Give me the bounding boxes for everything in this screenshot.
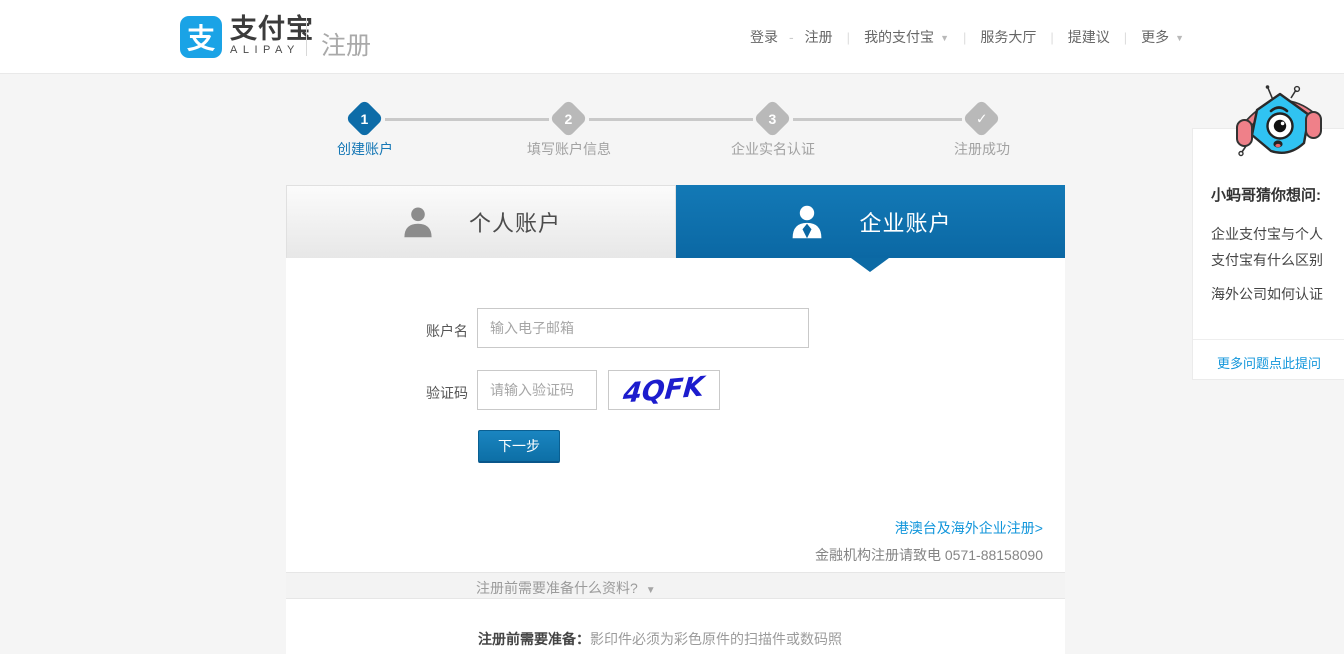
prep-materials-accordion[interactable]: 注册前需要准备什么资料? ▼ [286,572,1065,599]
brand-name: 支付宝 [230,14,314,44]
nav-separator: | [962,29,967,45]
tab-enterprise-account[interactable]: 企业账户 [676,185,1065,258]
nav-separator: | [1123,29,1128,45]
header-divider [306,18,307,56]
top-nav: 登录 - 注册 | 我的支付宝 ▼ | 服务大厅 | 提建议 | 更多 ▼ [750,0,1184,74]
active-tab-pointer [851,258,889,272]
captcha-image[interactable]: 4QFK [608,370,720,410]
prep-note-text: 影印件必须为彩色原件的扫描件或数码照 [590,631,842,647]
nav-register[interactable]: 注册 [805,27,833,47]
account-name-label: 账户名 [426,323,468,339]
prep-note: 注册前需要准备：影印件必须为彩色原件的扫描件或数码照 [478,629,842,649]
nav-service-hall[interactable]: 服务大厅 [980,27,1036,47]
assistant-question-1[interactable]: 企业支付宝与个人支付宝有什么区别 [1211,221,1333,273]
step-2-label: 填写账户信息 [527,141,611,157]
register-panel: 个人账户 企业账户 账户名 验证码 4QFK 下一步 港澳台及海外企业注册> 金… [286,185,1065,654]
step-4-label: 注册成功 [954,141,1010,157]
finance-hotline-text: 金融机构注册请致电 0571-88158090 [815,547,1043,563]
page-title: 注册 [321,32,372,60]
assistant-divider [1193,339,1344,340]
captcha-input[interactable] [477,370,597,410]
business-person-icon [793,205,822,238]
step-3-marker: 3 [753,99,792,138]
header: 支 支付宝 ALIPAY 注册 登录 - 注册 | 我的支付宝 ▼ | 服务大厅… [0,0,1344,74]
nav-separator: | [1050,29,1054,45]
nav-separator: | [846,29,851,45]
prep-note-label: 注册前需要准备： [478,631,590,647]
alipay-register-page: 支 支付宝 ALIPAY 注册 登录 - 注册 | 我的支付宝 ▼ | 服务大厅… [0,0,1344,654]
step-connector [589,118,753,121]
assistant-question-2[interactable]: 海外公司如何认证 [1211,281,1341,307]
tab-personal-account[interactable]: 个人账户 [286,185,676,258]
tab-personal-label: 个人账户 [468,211,561,236]
overseas-register-link[interactable]: 港澳台及海外企业注册> [895,518,1043,538]
captcha-label: 验证码 [426,385,468,401]
step-3-label: 企业实名认证 [731,141,815,157]
step-2-marker: 2 [549,99,588,138]
step-4-check-icon: ✓ [962,99,1001,138]
step-connector [385,118,549,121]
alipay-logo-icon[interactable]: 支 [180,16,222,58]
brand-block: 支付宝 ALIPAY [230,15,314,56]
chevron-down-icon: ▼ [645,585,656,596]
step-1-label: 创建账户 [337,141,393,157]
step-1-marker: 1 [345,99,384,138]
accordion-question: 注册前需要准备什么资料? ▼ [476,580,656,596]
logo-glyph: 支 [186,23,215,54]
chevron-down-icon: ▼ [940,33,949,43]
nav-feedback[interactable]: 提建议 [1068,27,1110,47]
nav-more[interactable]: 更多 ▼ [1141,27,1184,47]
assistant-card: 小蚂哥猜你想问: 企业支付宝与个人支付宝有什么区别 海外公司如何认证 更多问题点… [1192,128,1344,380]
person-icon [404,207,432,238]
nav-login[interactable]: 登录 [750,27,778,47]
chevron-down-icon: ▼ [1175,33,1185,43]
tab-enterprise-label: 企业账户 [859,210,952,236]
captcha-code-text: 4QFK [622,370,706,410]
brand-latin: ALIPAY [230,44,300,56]
assistant-more-link[interactable]: 更多问题点此提问 [1193,353,1344,372]
mascot-robot-icon [1236,85,1322,157]
nav-separator: - [789,29,794,45]
step-connector [793,118,962,121]
account-email-input[interactable] [477,308,809,348]
registration-stepper: 1 2 3 ✓ 创建账户 填写账户信息 企业实名认证 注册成功 [286,95,1066,165]
assistant-title: 小蚂哥猜你想问: [1211,187,1321,204]
nav-my-alipay[interactable]: 我的支付宝 ▼ [864,27,949,47]
next-step-button[interactable]: 下一步 [478,430,560,463]
